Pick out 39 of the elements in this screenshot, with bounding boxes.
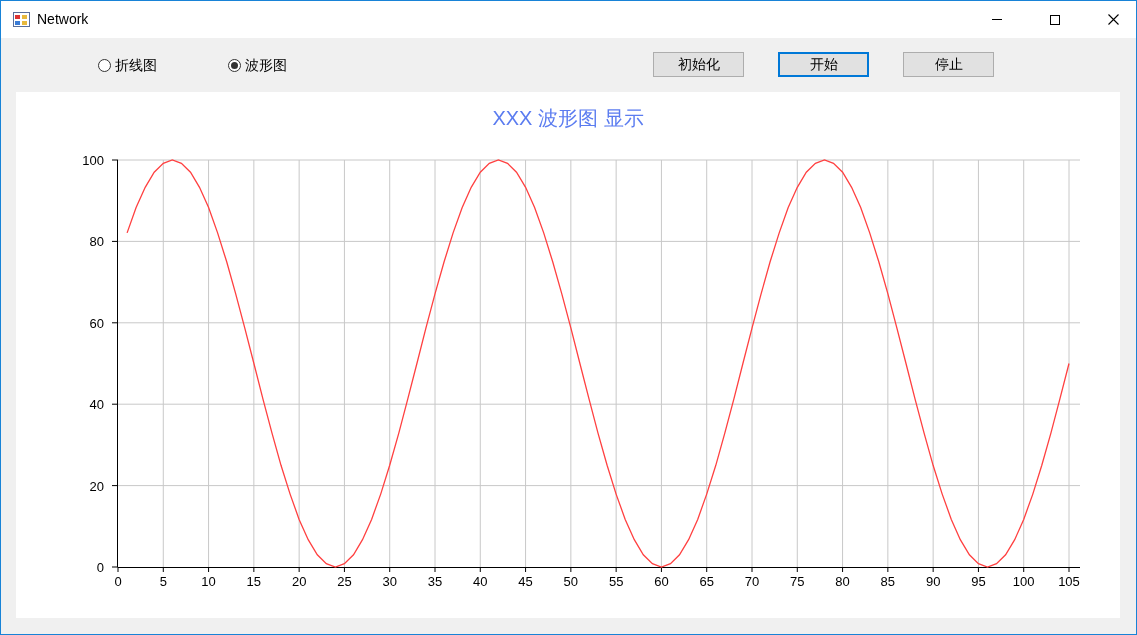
- x-tick-label: 0: [114, 574, 122, 589]
- x-tick-label: 50: [563, 574, 579, 589]
- x-tick-label: 30: [382, 574, 397, 589]
- radio-option[interactable]: 折线图: [98, 54, 168, 76]
- x-tick-label: 70: [744, 574, 760, 589]
- x-tick-label: 35: [427, 574, 443, 589]
- y-tick-label: 80: [89, 234, 104, 250]
- x-tick-label: 90: [925, 574, 941, 589]
- action-button[interactable]: 开始: [778, 52, 869, 77]
- x-tick-label: 25: [337, 574, 352, 589]
- x-tick-label: 105: [1058, 574, 1080, 589]
- action-button[interactable]: 初始化: [653, 52, 744, 77]
- x-tick-label: 55: [608, 574, 624, 589]
- x-tick-label: 80: [835, 574, 850, 589]
- app-icon: [13, 12, 30, 27]
- x-tick-label: 10: [201, 574, 216, 589]
- maximize-icon: [1050, 14, 1060, 25]
- action-button[interactable]: 停止: [903, 52, 994, 77]
- x-tick-label: 100: [1012, 574, 1035, 589]
- x-tick-label: 95: [971, 574, 986, 589]
- chart-title: XXX 波形图 显示: [492, 107, 644, 129]
- x-tick-label: 65: [699, 574, 714, 589]
- x-tick-label: 75: [790, 574, 805, 589]
- x-tick-label: 60: [654, 574, 669, 589]
- close-icon: [1107, 14, 1119, 25]
- radio-option[interactable]: 波形图: [228, 54, 298, 76]
- x-tick-label: 20: [291, 574, 307, 589]
- window-title: Network: [37, 10, 89, 29]
- y-tick-label: 20: [89, 478, 104, 494]
- x-tick-label: 40: [473, 574, 488, 589]
- x-tick-label: 85: [880, 574, 896, 589]
- minimize-icon: [992, 19, 1002, 20]
- y-tick-label: 40: [89, 397, 104, 413]
- x-tick-label: 45: [518, 574, 533, 589]
- y-tick-label: 60: [89, 315, 104, 331]
- y-tick-label: 100: [82, 153, 104, 168]
- x-tick-label: 15: [246, 574, 262, 589]
- x-tick-label: 5: [159, 574, 167, 589]
- y-tick-label: 0: [96, 560, 104, 575]
